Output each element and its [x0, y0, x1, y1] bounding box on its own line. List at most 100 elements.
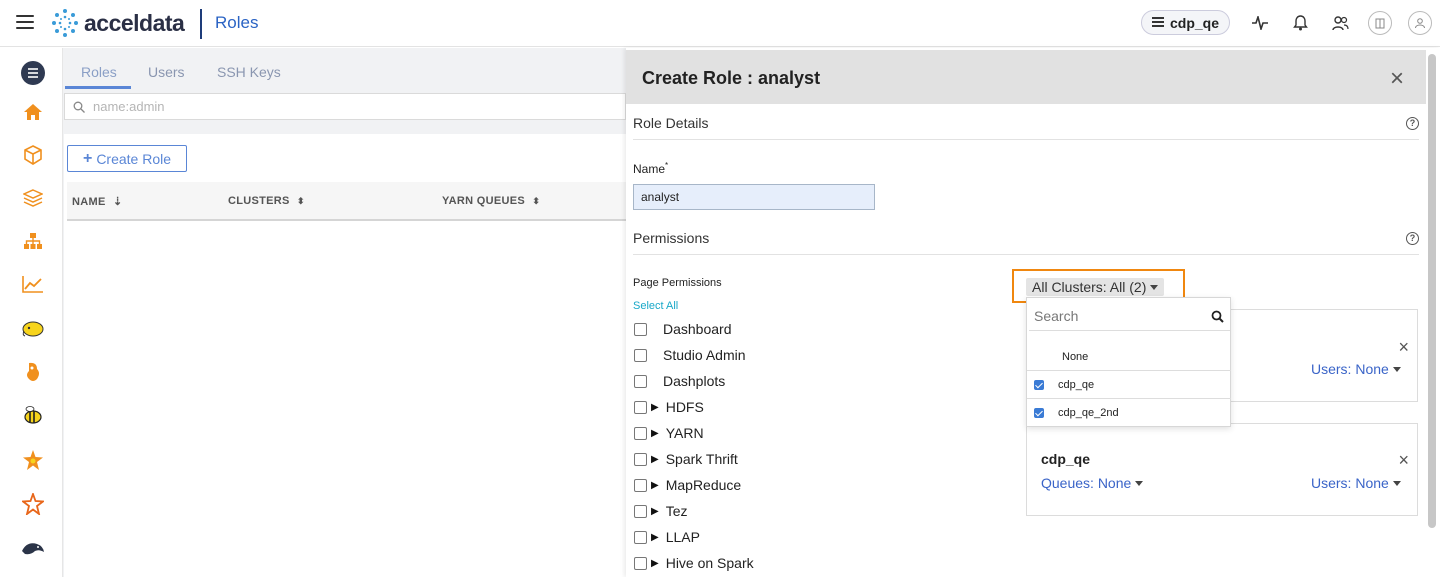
- users-icon[interactable]: [1329, 12, 1351, 34]
- column-header-clusters[interactable]: CLUSTERS ⬍: [228, 195, 305, 207]
- list-icon[interactable]: [20, 60, 46, 86]
- search-icon: [73, 101, 85, 113]
- home-icon[interactable]: [20, 99, 46, 125]
- permission-row-llap[interactable]: ▶ LLAP: [634, 528, 700, 546]
- expand-triangle-icon[interactable]: ▶: [651, 454, 659, 465]
- expand-triangle-icon[interactable]: ▶: [651, 480, 659, 491]
- checkbox[interactable]: [634, 530, 647, 544]
- cluster-option-none[interactable]: None: [1027, 343, 1231, 371]
- create-role-button[interactable]: + Create Role: [67, 145, 187, 172]
- kafka-orca-icon[interactable]: [20, 535, 46, 561]
- permission-label: Tez: [665, 503, 688, 519]
- cluster-selector-label: cdp_qe: [1170, 14, 1220, 31]
- checkbox[interactable]: [634, 322, 647, 336]
- help-icon[interactable]: ?: [1406, 117, 1419, 130]
- user-avatar-icon[interactable]: [1408, 11, 1432, 35]
- permission-row-spark-thrift[interactable]: ▶ Spark Thrift: [634, 450, 738, 468]
- checkbox[interactable]: [634, 374, 647, 388]
- close-icon[interactable]: ×: [1398, 450, 1409, 471]
- spark-star-icon[interactable]: [20, 447, 46, 473]
- cluster-option-cdp-qe[interactable]: cdp_qe: [1027, 370, 1231, 398]
- help-icon[interactable]: ?: [1406, 232, 1419, 245]
- tab-users[interactable]: Users: [148, 64, 185, 80]
- option-label: cdp_qe_2nd: [1058, 406, 1119, 419]
- permission-row-tez[interactable]: ▶ Tez: [634, 502, 688, 520]
- caret-down-icon: [1150, 284, 1159, 290]
- checkbox[interactable]: [634, 556, 647, 570]
- permission-label: Dashplots: [663, 373, 726, 389]
- permission-row-dashplots[interactable]: Dashplots: [634, 372, 725, 390]
- hadoop-elephant-icon[interactable]: [20, 316, 46, 342]
- checkbox[interactable]: [634, 426, 647, 440]
- column-header-yarn-queues[interactable]: YARN QUEUES ⬍: [442, 195, 540, 207]
- checkbox[interactable]: [634, 452, 647, 466]
- expand-triangle-icon[interactable]: ▶: [651, 428, 659, 439]
- select-all-link[interactable]: Select All: [633, 300, 678, 312]
- permission-label: YARN: [665, 425, 704, 441]
- impala-star-icon[interactable]: [20, 491, 46, 517]
- sort-ascending-icon: ⇣: [112, 196, 123, 208]
- option-label: cdp_qe: [1058, 378, 1095, 391]
- checkbox-checked[interactable]: [1034, 379, 1044, 390]
- cube-icon[interactable]: [20, 142, 46, 168]
- hierarchy-icon[interactable]: [20, 228, 46, 254]
- users-dropdown[interactable]: Users: None: [1311, 361, 1401, 377]
- tab-roles[interactable]: Roles: [81, 64, 117, 80]
- role-details-section-header: Role Details ?: [633, 106, 1419, 140]
- permission-row-dashboard[interactable]: Dashboard: [634, 320, 732, 338]
- all-clusters-dropdown[interactable]: All Clusters: All (2): [1026, 278, 1165, 296]
- building-icon[interactable]: [1368, 11, 1392, 35]
- cluster-option-cdp-qe-2nd[interactable]: cdp_qe_2nd: [1027, 398, 1231, 426]
- expand-triangle-icon[interactable]: ▶: [651, 506, 659, 517]
- column-header-name[interactable]: NAME ⇣: [72, 195, 122, 208]
- panel-scrollbar[interactable]: [1428, 54, 1436, 528]
- queues-dropdown[interactable]: Queues: None: [1041, 475, 1144, 491]
- users-dropdown-label: Users: None: [1311, 475, 1389, 491]
- cluster-dropdown-menu: Search None cdp_qe cdp_qe_2nd: [1026, 297, 1231, 427]
- permission-row-yarn[interactable]: ▶ YARN: [634, 424, 704, 442]
- panel-title: Create Role : analyst: [642, 68, 821, 88]
- menu-icon[interactable]: [16, 15, 34, 29]
- permission-label: MapReduce: [665, 477, 742, 493]
- database-icon: [1152, 17, 1164, 28]
- permission-row-mapreduce[interactable]: ▶ MapReduce: [634, 476, 741, 494]
- hbase-icon[interactable]: [20, 359, 46, 385]
- checkbox-checked[interactable]: [1034, 407, 1044, 418]
- users-dropdown[interactable]: Users: None: [1311, 475, 1401, 491]
- role-search-bar: [64, 93, 626, 120]
- permission-label: Studio Admin: [663, 347, 746, 363]
- title-divider: [200, 9, 202, 39]
- tab-ssh-keys[interactable]: SSH Keys: [217, 64, 281, 80]
- users-dropdown-label: Users: None: [1311, 361, 1389, 377]
- close-icon[interactable]: ×: [1390, 65, 1404, 93]
- page-title: Roles: [215, 13, 259, 32]
- activity-icon[interactable]: [1249, 12, 1271, 34]
- permission-label: LLAP: [665, 529, 700, 545]
- role-search-input[interactable]: [93, 99, 493, 114]
- trend-chart-icon[interactable]: [20, 271, 46, 297]
- bell-icon[interactable]: [1289, 12, 1311, 34]
- checkbox[interactable]: [634, 400, 647, 414]
- column-header-clusters-label: CLUSTERS: [228, 195, 290, 207]
- permission-row-hive-on-spark[interactable]: ▶ Hive on Spark: [634, 554, 754, 572]
- roles-table-header: NAME ⇣ CLUSTERS ⬍ YARN QUEUES ⬍: [67, 182, 626, 221]
- checkbox[interactable]: [634, 348, 647, 362]
- hive-bee-icon[interactable]: [20, 403, 46, 429]
- cluster-search-input[interactable]: Search: [1029, 301, 1230, 331]
- cluster-card-title: cdp_qe: [1041, 451, 1091, 467]
- close-icon[interactable]: ×: [1398, 337, 1409, 358]
- layers-icon[interactable]: [20, 185, 46, 211]
- expand-triangle-icon[interactable]: ▶: [651, 402, 659, 413]
- permissions-section-header: Permissions ?: [633, 221, 1419, 255]
- brand-logo[interactable]: acceldata: [50, 7, 185, 39]
- role-name-input[interactable]: analyst: [633, 184, 875, 210]
- expand-triangle-icon[interactable]: ▶: [651, 532, 659, 543]
- permission-row-hdfs[interactable]: ▶ HDFS: [634, 398, 704, 416]
- cluster-search-placeholder: Search: [1034, 308, 1079, 324]
- checkbox[interactable]: [634, 478, 647, 492]
- cluster-selector[interactable]: cdp_qe: [1141, 10, 1231, 35]
- sort-icon: ⬍: [532, 196, 541, 206]
- checkbox[interactable]: [634, 504, 647, 518]
- permission-row-studio-admin[interactable]: Studio Admin: [634, 346, 746, 364]
- expand-triangle-icon[interactable]: ▶: [651, 558, 659, 569]
